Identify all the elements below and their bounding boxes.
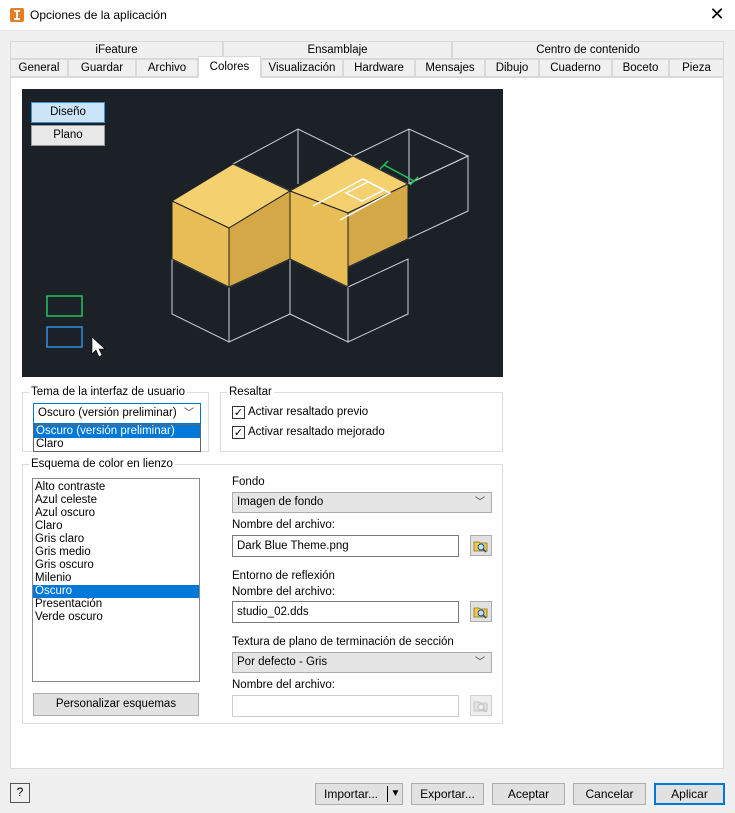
list-item[interactable]: Gris medio <box>33 546 199 559</box>
tab-visualizacion[interactable]: Visualización <box>261 59 343 77</box>
reflection-filename-label: Nombre del archivo: <box>232 586 335 598</box>
background-filename-label: Nombre del archivo: <box>232 519 335 531</box>
customize-schemes-button[interactable]: Personalizar esquemas <box>33 693 199 716</box>
tab-general[interactable]: General <box>10 59 68 77</box>
list-item[interactable]: Azul celeste <box>33 494 199 507</box>
color-scheme-list[interactable]: Alto contraste Azul celeste Azul oscuro … <box>32 478 200 682</box>
background-dropdown[interactable]: Imagen de fondo ﹀ <box>232 492 492 513</box>
ui-theme-option-oscuro[interactable]: Oscuro (versión preliminar) <box>34 425 200 438</box>
enhanced-highlight-label: Activar resaltado mejorado <box>248 426 385 438</box>
chevron-down-icon: ﹀ <box>184 408 194 419</box>
tab-mensajes[interactable]: Mensajes <box>415 59 485 77</box>
background-filename-field[interactable]: Dark Blue Theme.png <box>232 535 459 557</box>
section-texture-filename-label: Nombre del archivo: <box>232 679 335 691</box>
reflection-label: Entorno de reflexión <box>232 570 335 582</box>
ui-theme-option-claro[interactable]: Claro <box>34 438 200 451</box>
browse-background-button[interactable] <box>470 535 492 556</box>
chevron-down-icon[interactable]: ▼ <box>389 784 402 804</box>
section-texture-dropdown[interactable]: Por defecto - Gris ﹀ <box>232 652 492 673</box>
cancel-button[interactable]: Cancelar <box>573 783 646 805</box>
close-icon[interactable]: ✕ <box>700 2 734 28</box>
list-item[interactable]: Azul oscuro <box>33 507 199 520</box>
split-divider <box>387 786 388 802</box>
browse-folder-icon <box>473 607 488 619</box>
tab-centro-de-contenido[interactable]: Centro de contenido <box>452 41 724 59</box>
tab-archivo[interactable]: Archivo <box>136 59 198 77</box>
preview-model-graphic <box>46 128 470 358</box>
tab-boceto[interactable]: Boceto <box>612 59 669 77</box>
color-scheme-preview: Diseño Plano <box>22 89 503 377</box>
import-button[interactable]: Importar... ▼ <box>315 783 403 805</box>
reflection-filename-field[interactable]: studio_02.dds <box>232 601 459 623</box>
tab-cuaderno[interactable]: Cuaderno <box>539 59 612 77</box>
ui-theme-options-list: Oscuro (versión preliminar) Claro <box>33 424 201 452</box>
list-item[interactable]: Gris oscuro <box>33 559 199 572</box>
tab-colores[interactable]: Colores <box>198 56 261 78</box>
apply-button[interactable]: Aplicar <box>654 783 725 805</box>
list-item[interactable]: Claro <box>33 520 199 533</box>
ui-theme-group-label: Tema de la interfaz de usuario <box>29 386 188 398</box>
chevron-down-icon: ﹀ <box>475 657 485 668</box>
window-title: Opciones de la aplicación <box>30 8 167 22</box>
color-scheme-group-label: Esquema de color en lienzo <box>29 458 175 470</box>
enhanced-highlight-checkbox[interactable]: ✓ <box>232 426 245 439</box>
list-item[interactable]: Gris claro <box>33 533 199 546</box>
highlight-group <box>220 392 503 452</box>
help-icon[interactable]: ? <box>10 783 30 803</box>
browse-folder-icon <box>473 701 488 713</box>
title-bar: Opciones de la aplicación ✕ <box>0 0 735 31</box>
list-item[interactable]: Verde oscuro <box>33 611 199 624</box>
ui-theme-dropdown[interactable]: Oscuro (versión preliminar) ﹀ <box>33 403 201 424</box>
inventor-app-icon <box>10 8 24 22</box>
tab-hardware[interactable]: Hardware <box>343 59 415 77</box>
list-item[interactable]: Alto contraste <box>33 481 199 494</box>
tab-pieza[interactable]: Pieza <box>669 59 724 77</box>
preview-highlight-label: Activar resaltado previo <box>248 406 369 418</box>
tab-dibujo[interactable]: Dibujo <box>485 59 539 77</box>
export-button[interactable]: Exportar... <box>411 783 484 805</box>
tab-guardar[interactable]: Guardar <box>68 59 136 77</box>
browse-folder-icon <box>473 541 488 553</box>
background-label: Fondo <box>232 476 265 488</box>
ok-button[interactable]: Aceptar <box>492 783 565 805</box>
browse-reflection-button[interactable] <box>470 601 492 622</box>
highlight-group-label: Resaltar <box>227 386 274 398</box>
section-texture-label: Textura de plano de terminación de secci… <box>232 636 454 648</box>
browse-section-texture-button <box>470 695 492 716</box>
list-item[interactable]: Milenio <box>33 572 199 585</box>
list-item-selected[interactable]: Oscuro <box>33 585 199 598</box>
tab-ifeature[interactable]: iFeature <box>10 41 223 59</box>
chevron-down-icon: ﹀ <box>475 497 485 508</box>
preview-highlight-checkbox[interactable]: ✓ <box>232 406 245 419</box>
section-texture-filename-field <box>232 695 459 717</box>
list-item[interactable]: Presentación <box>33 598 199 611</box>
